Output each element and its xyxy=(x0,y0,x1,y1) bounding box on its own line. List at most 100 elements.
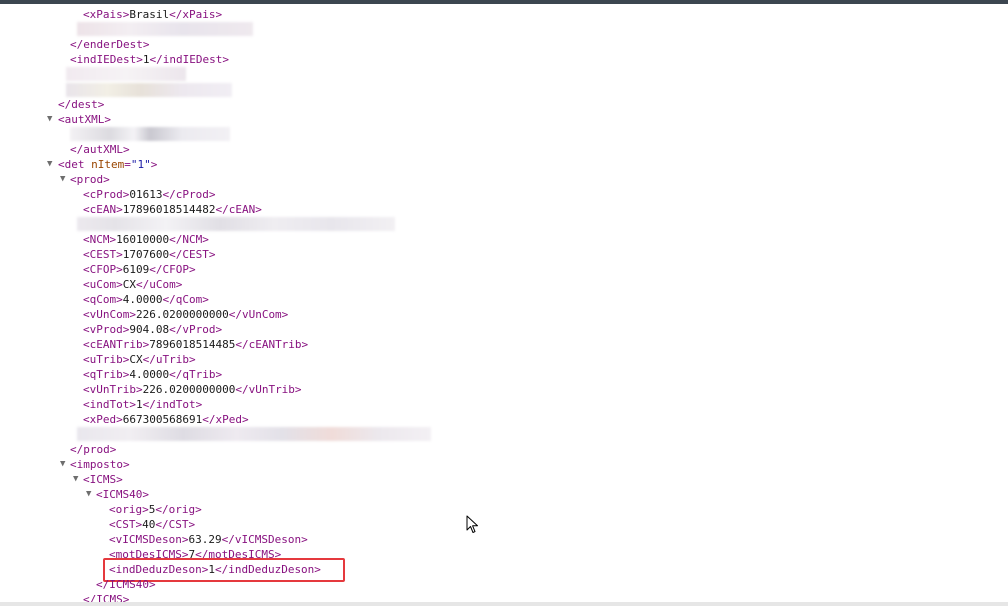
tag-close: </orig> xyxy=(155,503,202,516)
tag-open: <autXML> xyxy=(58,113,111,126)
xml-line-xPed: <xPed>6673005686​91</xPed> xyxy=(83,412,249,427)
tag-close: </indTot> xyxy=(142,398,203,411)
tag-open: <cEAN> xyxy=(83,203,123,216)
xml-line-ICMS-open: <ICMS> xyxy=(83,472,123,487)
xml-line-xPais: <xPais>Brasil</xPais> xyxy=(83,7,222,22)
xml-value: CX xyxy=(122,278,136,291)
xml-line-indIEDest: <indIEDest>1</indIEDest> xyxy=(70,52,229,67)
tag-close: </CST> xyxy=(155,518,196,531)
tag-close: </autXML> xyxy=(70,143,130,156)
xml-value: Brasil xyxy=(129,8,170,21)
redacted-line xyxy=(66,67,186,81)
xml-line-dest-close: </dest> xyxy=(58,97,104,112)
xml-line-cProd: <cProd>01613</cProd> xyxy=(83,187,215,202)
xml-line-vUnTrib: <vUnTrib>226.0200000000</vUnTrib> xyxy=(83,382,302,397)
tag-open: <vUnCom> xyxy=(83,308,136,321)
collapse-toggle-icon[interactable]: ▼ xyxy=(60,172,70,187)
redacted-line xyxy=(70,127,230,141)
tag-close: </prod> xyxy=(70,443,117,456)
xml-value: 226.0200000000 xyxy=(142,383,236,396)
tag-open: <indDeduzDeson> xyxy=(109,563,209,576)
tag-close: </qTrib> xyxy=(169,368,223,381)
tag-close: </cEAN> xyxy=(215,203,262,216)
tag-close: </CFOP> xyxy=(149,263,196,276)
tag-open: <uCom> xyxy=(83,278,123,291)
tag-open: <NCM> xyxy=(83,233,117,246)
tag-close: </cProd> xyxy=(162,188,216,201)
xml-value: 4.0000 xyxy=(129,368,170,381)
mouse-pointer-icon xyxy=(466,515,478,533)
xml-line-indTot: <indTot>1</indTot> xyxy=(83,397,202,412)
tag-open: <prod> xyxy=(70,173,110,186)
tag-open: <CEST> xyxy=(83,248,123,261)
collapse-toggle-icon[interactable]: ▼ xyxy=(47,112,57,127)
xml-line-enderDest-close: </enderDest> xyxy=(70,37,149,52)
tag-close: </qCom> xyxy=(162,293,209,306)
attr-value: "1" xyxy=(130,158,151,171)
xml-value: 6673005686​91 xyxy=(122,413,203,426)
tag-close: </enderDest> xyxy=(70,38,150,51)
xml-value: CX xyxy=(129,353,143,366)
xml-line-autXML-open: <autXML> xyxy=(58,112,111,127)
xml-line-ICMS40-open: <ICMS40> xyxy=(96,487,149,502)
tag-open: <orig> xyxy=(109,503,149,516)
window-bottom-border xyxy=(0,602,1008,606)
tag-close: </xPais> xyxy=(169,8,223,21)
xml-value: 1 xyxy=(208,563,215,576)
xml-line-CEST: <CEST>1707600</CEST> xyxy=(83,247,215,262)
tag-close: </CEST> xyxy=(169,248,216,261)
tag-close: </ICMS40> xyxy=(96,578,156,591)
xml-value: 1 xyxy=(135,398,143,411)
attr-eq: = xyxy=(124,158,131,171)
tag-open: <uTrib> xyxy=(83,353,130,366)
xml-line-vUnCom: <vUnCom>226.0200000000</vUnCom> xyxy=(83,307,288,322)
tag-open: <xPais> xyxy=(83,8,130,21)
xml-value: 4.0000 xyxy=(122,293,163,306)
tag-close: </vUnCom> xyxy=(228,308,289,321)
xml-value: 16010000 xyxy=(116,233,170,246)
xml-value: 6109 xyxy=(122,263,150,276)
xml-value: 904.08 xyxy=(129,323,170,336)
redacted-line xyxy=(77,427,431,441)
tag-open: <qCom> xyxy=(83,293,123,306)
tag-open: <cProd> xyxy=(83,188,130,201)
xml-line-orig: <orig>5</orig> xyxy=(109,502,202,517)
redacted-line xyxy=(77,217,395,231)
xml-line-indDeduzDeson: <indDeduzDeson>1</indDeduzDeson> xyxy=(109,562,321,577)
xml-value: 01613 xyxy=(129,188,163,201)
collapse-toggle-icon[interactable]: ▼ xyxy=(86,487,96,502)
tag-open: <vUnTrib> xyxy=(83,383,143,396)
xml-value: 7896018514485 xyxy=(149,338,236,351)
xml-value: 40 xyxy=(142,518,156,531)
xml-line-autXML-close: </autXML> xyxy=(70,142,130,157)
window-top-border xyxy=(0,0,1008,4)
xml-value: 17896018514482 xyxy=(122,203,216,216)
redacted-line xyxy=(66,83,232,97)
tag-close: </uTrib> xyxy=(142,353,196,366)
xml-line-ICMS40-close: </ICMS40> xyxy=(96,577,156,592)
xml-line-vProd: <vProd>904.08</vProd> xyxy=(83,322,222,337)
collapse-toggle-icon[interactable]: ▼ xyxy=(47,157,57,172)
xml-line-uCom: <uCom>CX</uCom> xyxy=(83,277,182,292)
tag-close: </vICMSDeson> xyxy=(221,533,308,546)
xml-line-CST: <CST>40</CST> xyxy=(109,517,195,532)
xml-line-vICMSDeson: <vICMSDeson>63.29</vICMSDeson> xyxy=(109,532,308,547)
xml-line-uTrib: <uTrib>CX</uTrib> xyxy=(83,352,196,367)
collapse-toggle-icon[interactable]: ▼ xyxy=(73,472,83,487)
collapse-toggle-icon[interactable]: ▼ xyxy=(60,457,70,472)
xml-line-cEANTrib: <cEANTrib>7896018514485</cEANTrib> xyxy=(83,337,308,352)
tag-open: <vProd> xyxy=(83,323,130,336)
tag-end: > xyxy=(150,158,158,171)
xml-line-qCom: <qCom>4.0000</qCom> xyxy=(83,292,209,307)
tag-open: <det xyxy=(58,158,85,171)
tag-close: </uCom> xyxy=(136,278,183,291)
tag-open: <CFOP> xyxy=(83,263,123,276)
tag-close: </vUnTrib> xyxy=(235,383,302,396)
tag-close: </indDeduzDeson> xyxy=(214,563,321,576)
tag-open: <vICMSDeson> xyxy=(109,533,189,546)
tag-close: </NCM> xyxy=(169,233,209,246)
tag-close: </dest> xyxy=(58,98,105,111)
redacted-line xyxy=(77,22,253,36)
tag-close: </xPed> xyxy=(202,413,249,426)
tag-open: <indTot> xyxy=(83,398,136,411)
